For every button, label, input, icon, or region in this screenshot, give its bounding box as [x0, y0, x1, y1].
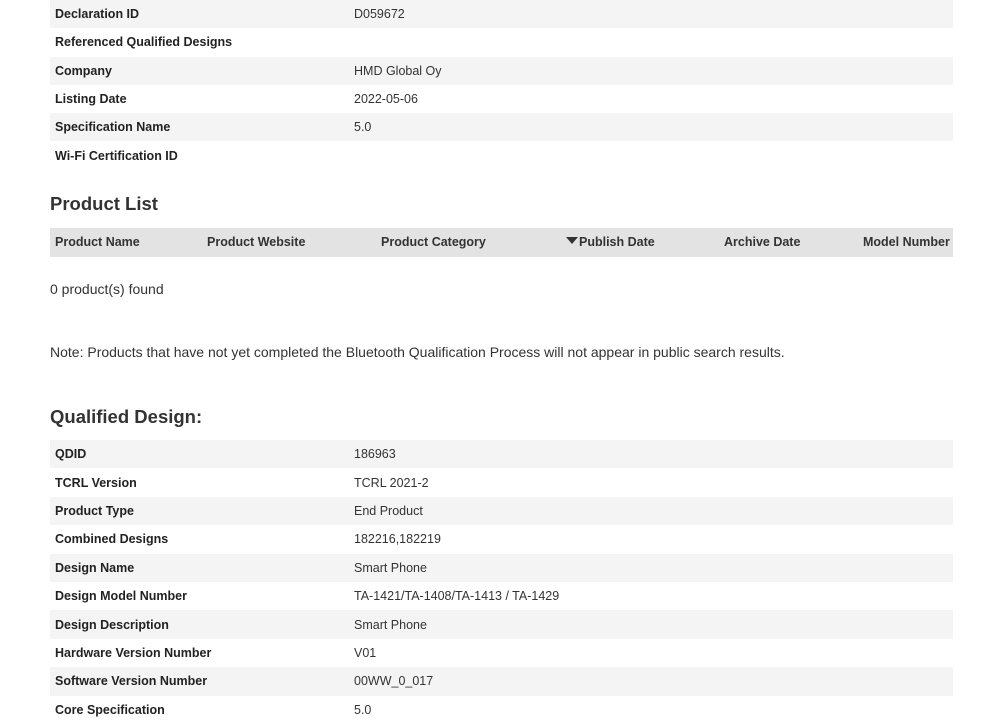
column-product-category[interactable]: Product Category	[381, 235, 486, 249]
design-name-label: Design Name	[55, 560, 135, 575]
design-row: Product Type End Product	[50, 496, 953, 526]
product-count: 0 product(s) found	[50, 281, 164, 297]
design-model-number-label: Design Model Number	[55, 589, 187, 604]
design-model-number-value: TA-1421/TA-1408/TA-1413 / TA-1429	[354, 589, 560, 604]
design-row: Design Name Smart Phone	[50, 553, 953, 582]
declaration-row: Specification Name 5.0	[50, 113, 953, 142]
declaration-table: Declaration ID D059672 Referenced Qualif…	[50, 0, 953, 170]
product-list-header: Product Name Product Website Product Cat…	[50, 228, 953, 257]
core-specification-value: 5.0	[354, 702, 372, 717]
company-value: HMD Global Oy	[354, 63, 442, 78]
declaration-id-value: D059672	[354, 7, 405, 22]
design-row: Combined Designs 182216,182219	[50, 525, 953, 553]
tcrl-version-value: TCRL 2021-2	[354, 475, 429, 490]
declaration-row: Declaration ID D059672	[50, 0, 953, 29]
combined-designs-label: Combined Designs	[55, 532, 169, 547]
software-version-label: Software Version Number	[55, 674, 208, 689]
design-row: Software Version Number 00WW_0_017	[50, 667, 953, 696]
column-product-website[interactable]: Product Website	[207, 235, 305, 249]
column-product-name[interactable]: Product Name	[55, 235, 140, 249]
design-row: Design Description Smart Phone	[50, 610, 953, 639]
product-type-label: Product Type	[55, 503, 134, 518]
software-version-value: 00WW_0_017	[354, 674, 434, 689]
column-model-number[interactable]: Model Number	[863, 235, 950, 249]
design-name-value: Smart Phone	[354, 560, 427, 575]
qualification-note: Note: Products that have not yet complet…	[50, 344, 785, 360]
qualified-design-table: QDID 186963 TCRL Version TCRL 2021-2 Pro…	[50, 440, 953, 724]
declaration-id-label: Declaration ID	[55, 7, 140, 22]
referenced-designs-label: Referenced Qualified Designs	[55, 35, 233, 50]
hardware-version-value: V01	[354, 645, 377, 660]
hardware-version-label: Hardware Version Number	[55, 645, 212, 660]
design-row: Core Specification 5.0	[50, 696, 953, 724]
company-label: Company	[55, 63, 112, 78]
design-description-value: Smart Phone	[354, 617, 427, 632]
declaration-row: Wi-Fi Certification ID	[50, 141, 953, 169]
listing-date-value: 2022-05-06	[354, 92, 418, 107]
listing-date-label: Listing Date	[55, 92, 127, 107]
sort-descending-icon	[566, 237, 578, 244]
qdid-label: QDID	[55, 447, 87, 462]
qualified-design-title: Qualified Design:	[50, 406, 203, 427]
product-type-value: End Product	[354, 503, 423, 518]
specification-name-label: Specification Name	[55, 120, 171, 135]
design-description-label: Design Description	[55, 617, 169, 632]
declaration-row: Company HMD Global Oy	[50, 56, 953, 85]
tcrl-version-label: TCRL Version	[55, 475, 137, 490]
design-row: TCRL Version TCRL 2021-2	[50, 468, 953, 496]
core-specification-label: Core Specification	[55, 702, 165, 717]
product-list-title: Product List	[50, 193, 158, 214]
specification-name-value: 5.0	[354, 120, 372, 135]
declaration-row: Referenced Qualified Designs	[50, 28, 953, 56]
design-row: Hardware Version Number V01	[50, 639, 953, 667]
qdid-value: 186963	[354, 447, 396, 462]
combined-designs-value: 182216,182219	[354, 532, 441, 547]
column-archive-date[interactable]: Archive Date	[724, 235, 800, 249]
design-row: QDID 186963	[50, 440, 953, 469]
column-publish-date: Publish Date	[579, 235, 655, 249]
declaration-row: Listing Date 2022-05-06	[50, 85, 953, 113]
design-row: Design Model Number TA-1421/TA-1408/TA-1…	[50, 582, 953, 610]
column-publish-date-wrap[interactable]: Publish Date	[566, 235, 655, 249]
wifi-certification-label: Wi-Fi Certification ID	[55, 148, 178, 163]
